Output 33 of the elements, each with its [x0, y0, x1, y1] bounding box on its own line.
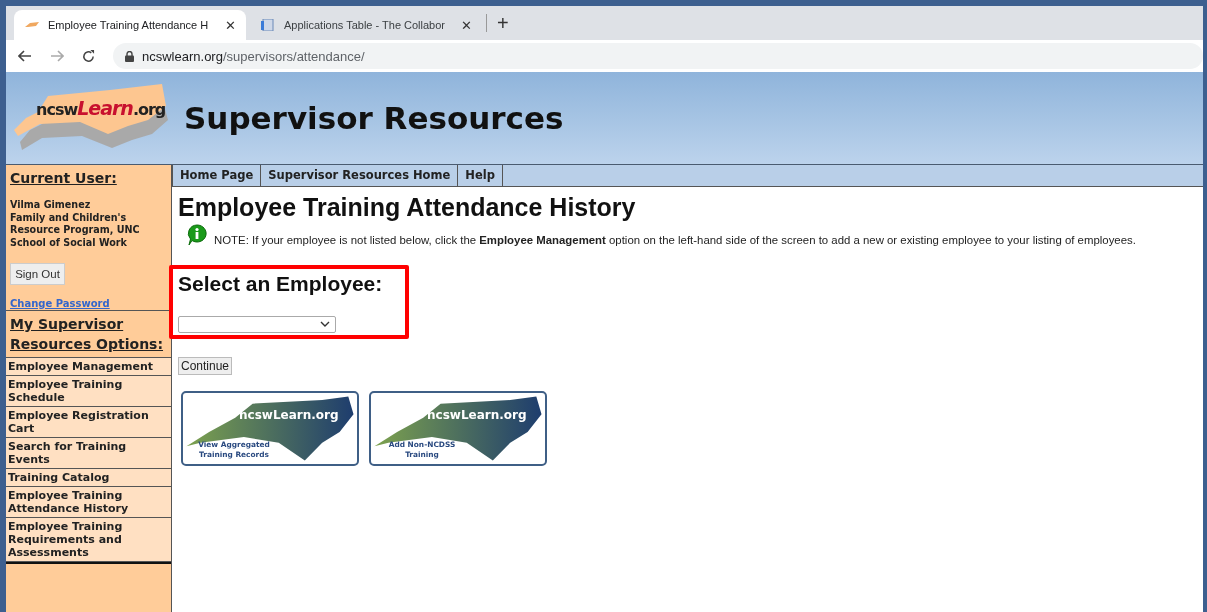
sidebar-item[interactable]: Employee Training Attendance History — [6, 487, 171, 518]
continue-button[interactable]: Continue — [178, 357, 233, 375]
sidebar-item[interactable]: Search for Training Events — [6, 438, 171, 469]
section-heading: Current User: — [9, 169, 118, 188]
document-icon — [260, 19, 276, 31]
note-text: NOTE: If your employee is not listed below, click the Employee Management option on the left-hand side of the screen to add a new or existing employee to your listing of employees. — [214, 234, 1136, 246]
field-label: Select an Employee: — [178, 272, 383, 296]
page-title: Employee Training Attendance History — [178, 193, 637, 222]
lock-icon — [125, 50, 134, 62]
close-icon[interactable]: ✕ — [461, 17, 472, 33]
chevron-down-icon — [320, 321, 330, 328]
nav-link[interactable]: Help — [457, 165, 503, 186]
address-bar[interactable]: ncswlearn.org/supervisors/attendance/ — [113, 43, 1203, 69]
nav-link[interactable]: Supervisor Resources Home — [260, 165, 459, 186]
sidebar-item[interactable]: Employee Training Schedule — [6, 376, 171, 407]
sidebar-item[interactable]: Employee Management — [6, 357, 171, 376]
sidebar-item[interactable]: Employee Training Requirements and Assessments — [6, 518, 171, 562]
url-text: ncswlearn.org/supervisors/attendance/ — [142, 48, 365, 64]
info-icon — [186, 224, 208, 246]
section-heading: My Supervisor Resources Options: — [9, 315, 165, 354]
back-icon[interactable] — [18, 50, 32, 62]
sidebar-item[interactable]: Training Catalog — [6, 469, 171, 487]
nav-link[interactable]: Home Page — [172, 165, 262, 186]
user-info: Vilma Gimenez Family and Children's Resource Program, UNC School of Social Work — [9, 198, 141, 249]
page-header-title: Supervisor Resources — [184, 100, 564, 136]
sidebar-item[interactable]: Employee Registration Cart — [6, 407, 171, 438]
sign-out-button[interactable]: Sign Out — [10, 263, 65, 285]
change-password-link[interactable]: Change Password — [10, 298, 110, 309]
reload-icon[interactable] — [82, 49, 95, 63]
browser-tab[interactable]: Employee Training Attendance H ✕ — [14, 10, 246, 40]
browser-tab[interactable]: Applications Table - The Collabor ✕ — [250, 10, 482, 40]
close-icon[interactable]: ✕ — [225, 17, 236, 33]
new-tab-button[interactable]: + — [486, 14, 519, 32]
